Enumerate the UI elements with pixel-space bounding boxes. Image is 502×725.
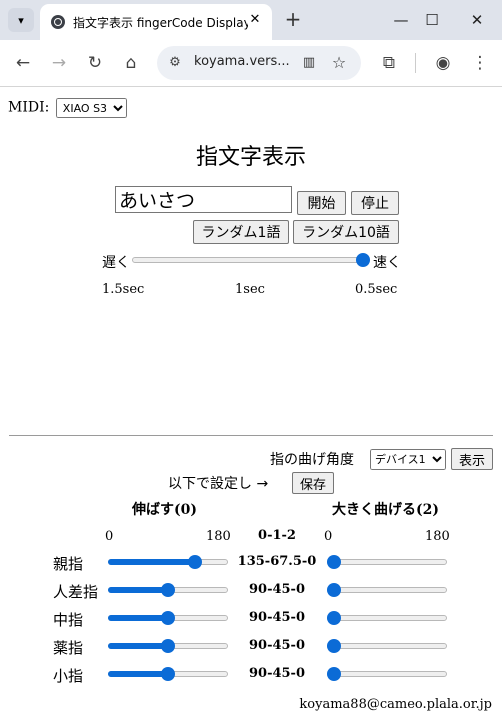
bend-angle-slider-track	[327, 559, 447, 565]
bend-min-label: 0	[324, 529, 333, 544]
tab-list-icon[interactable]: ▾	[8, 8, 34, 32]
random-1-word-button[interactable]: ランダム1語	[193, 220, 289, 244]
finger-angle-value: 90-45-0	[248, 582, 306, 597]
start-button[interactable]: 開始	[297, 191, 346, 215]
finger-name: 中指	[53, 611, 84, 629]
bend-angle-slider-track	[327, 615, 447, 621]
contact-email: koyama88@cameo.plala.or.jp	[299, 697, 492, 712]
bend-device-select[interactable]: デバイス1	[370, 449, 446, 470]
extend-angle-slider-fill	[108, 559, 195, 565]
bend-angle-slider[interactable]	[327, 665, 447, 683]
extend-angle-slider-fill	[108, 643, 168, 649]
reload-icon[interactable]: ↻	[83, 51, 107, 75]
close-window-icon[interactable]: ✕	[462, 8, 492, 32]
extend-angle-slider[interactable]	[108, 553, 228, 571]
finger-name: 親指	[53, 555, 84, 573]
bend-angle-slider-thumb[interactable]	[327, 639, 341, 653]
browser-tab-strip: ▾ 指文字表示 fingerCode Display ✕ + — ☐ ✕	[0, 0, 502, 40]
maximize-icon[interactable]: ☐	[417, 8, 447, 32]
browser-toolbar: ← → ↻ ⌂ ⚙ koyama.vers... ▥ ☆ ⧉ ◉ ⋮	[0, 40, 502, 87]
bend-max-label: 180	[425, 529, 450, 544]
home-icon[interactable]: ⌂	[119, 51, 143, 75]
finger-angle-value: 90-45-0	[248, 666, 306, 681]
tab-title: 指文字表示 fingerCode Display	[73, 16, 248, 30]
extend-angle-slider-fill	[108, 615, 168, 621]
levels-header: 0-1-2	[258, 528, 296, 543]
midi-device-select[interactable]: XIAO S3	[55, 98, 127, 118]
page-title: 指文字表示	[195, 145, 306, 170]
page-content: MIDI: XIAO S3 指文字表示 開始 停止 ランダム1語 ランダム10語…	[0, 87, 502, 725]
midi-label: MIDI:	[8, 99, 50, 116]
speed-slider-track	[132, 257, 370, 263]
plus-icon[interactable]: +	[283, 8, 303, 30]
speed-tick-slow: 1.5sec	[102, 282, 145, 297]
show-button[interactable]: 表示	[451, 448, 493, 470]
close-icon[interactable]: ✕	[246, 11, 264, 29]
extend-angle-slider-fill	[108, 587, 168, 593]
slow-label: 遅く	[102, 255, 130, 271]
globe-icon	[51, 15, 65, 29]
extend-angle-slider[interactable]	[108, 637, 228, 655]
finger-angle-value: 135-67.5-0	[237, 554, 317, 569]
speed-slider-thumb[interactable]	[356, 253, 370, 267]
speed-tick-mid: 1sec	[235, 282, 265, 297]
random-10-words-button[interactable]: ランダム10語	[293, 220, 399, 244]
bend-angle-slider-thumb[interactable]	[327, 667, 341, 681]
star-icon[interactable]: ☆	[329, 53, 349, 73]
extend-angle-slider[interactable]	[108, 665, 228, 683]
extend-angle-slider-fill	[108, 671, 168, 677]
extend-column-header: 伸ばす(0)	[132, 502, 197, 518]
extend-angle-slider-thumb[interactable]	[161, 583, 175, 597]
save-button[interactable]: 保存	[292, 472, 334, 494]
bend-more-column-header: 大きく曲げる(2)	[332, 502, 439, 518]
extend-angle-slider[interactable]	[108, 609, 228, 627]
finger-angle-value: 90-45-0	[248, 638, 306, 653]
fast-label: 速く	[373, 255, 401, 271]
bend-angle-slider[interactable]	[327, 581, 447, 599]
finger-name: 薬指	[53, 639, 84, 657]
bend-angle-slider-thumb[interactable]	[327, 583, 341, 597]
extend-angle-slider-thumb[interactable]	[188, 555, 202, 569]
bend-angle-slider[interactable]	[327, 637, 447, 655]
word-input[interactable]	[115, 186, 292, 213]
speed-tick-fast: 0.5sec	[355, 282, 398, 297]
back-icon[interactable]: ←	[11, 51, 35, 75]
reading-mode-icon[interactable]: ▥	[300, 54, 318, 72]
bend-angle-slider-thumb[interactable]	[327, 555, 341, 569]
extensions-icon[interactable]: ⧉	[377, 51, 401, 75]
extend-angle-slider-thumb[interactable]	[161, 611, 175, 625]
extend-angle-slider[interactable]	[108, 581, 228, 599]
midi-row: MIDI: XIAO S3	[8, 98, 127, 118]
minimize-icon[interactable]: —	[386, 8, 416, 32]
bend-angle-slider[interactable]	[327, 609, 447, 627]
bend-angle-slider-track	[327, 643, 447, 649]
stop-button[interactable]: 停止	[351, 191, 399, 215]
bend-angle-slider[interactable]	[327, 553, 447, 571]
toolbar-separator	[415, 53, 416, 73]
profile-icon[interactable]: ◉	[431, 51, 455, 75]
site-settings-icon[interactable]: ⚙	[166, 54, 184, 72]
finger-name: 小指	[53, 667, 84, 685]
extend-angle-slider-thumb[interactable]	[161, 639, 175, 653]
browser-tab[interactable]: 指文字表示 fingerCode Display ✕	[40, 4, 272, 40]
bend-angle-label: 指の曲げ角度	[270, 452, 354, 468]
bend-angle-slider-track	[327, 587, 447, 593]
extend-min-label: 0	[105, 529, 114, 544]
address-bar[interactable]: ⚙ koyama.vers... ▥ ☆	[157, 46, 361, 80]
finger-angle-value: 90-45-0	[248, 610, 306, 625]
finger-name: 人差指	[53, 583, 99, 601]
speed-slider[interactable]	[130, 251, 372, 269]
url-text[interactable]: koyama.vers...	[194, 54, 290, 69]
section-divider	[9, 435, 493, 436]
bend-angle-slider-thumb[interactable]	[327, 611, 341, 625]
save-prompt: 以下で設定し →	[168, 476, 269, 492]
extend-angle-slider-thumb[interactable]	[161, 667, 175, 681]
menu-icon[interactable]: ⋮	[468, 51, 492, 75]
forward-icon[interactable]: →	[47, 51, 71, 75]
bend-angle-slider-track	[327, 671, 447, 677]
